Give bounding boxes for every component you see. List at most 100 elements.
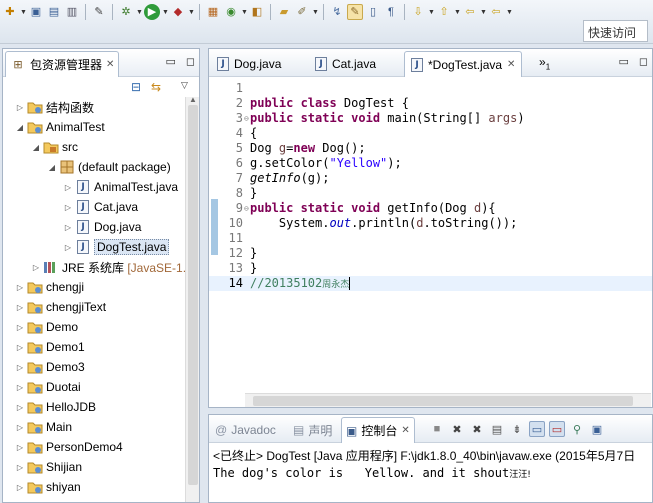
- tab-declaration[interactable]: ▤ 声明: [289, 417, 336, 443]
- new-java-project-icon[interactable]: ▦: [205, 4, 221, 20]
- clear-console-icon[interactable]: ▤: [489, 421, 505, 437]
- expand-icon[interactable]: ▷: [63, 243, 73, 252]
- expand-icon[interactable]: ▷: [15, 343, 25, 352]
- tab-cat-java[interactable]: J Cat.java: [309, 51, 382, 77]
- collapse-icon[interactable]: ◢: [47, 163, 57, 172]
- remove-launch-icon[interactable]: ✖: [449, 421, 465, 437]
- expand-icon[interactable]: ▷: [15, 403, 25, 412]
- tree-item[interactable]: ▷ Main: [3, 417, 187, 437]
- expand-icon[interactable]: ▷: [15, 283, 25, 292]
- remove-all-icon[interactable]: ✖: [469, 421, 485, 437]
- tree-item[interactable]: ▷ JRE 系统库 [JavaSE-1.8]: [3, 257, 187, 277]
- toggle-mark-icon[interactable]: ↯: [329, 4, 345, 20]
- show-stdout-icon[interactable]: ▭: [529, 421, 545, 437]
- prev-annotation-dropdown-icon[interactable]: ▼: [454, 9, 461, 16]
- minimize-icon[interactable]: ▭: [165, 55, 175, 68]
- tab-package-explorer[interactable]: ⊞ 包资源管理器 ✕: [5, 51, 120, 77]
- expand-icon[interactable]: ▷: [63, 223, 73, 232]
- close-icon[interactable]: ✕: [106, 59, 114, 70]
- last-edit-icon[interactable]: ⇦: [462, 4, 478, 20]
- maximize-icon[interactable]: ◻: [639, 55, 648, 68]
- forward-dropdown-icon[interactable]: ▼: [506, 9, 513, 16]
- tree-item[interactable]: ▷ Demo3: [3, 357, 187, 377]
- expand-icon[interactable]: ▷: [15, 363, 25, 372]
- search-icon[interactable]: ✐: [294, 4, 310, 20]
- search-dropdown-icon[interactable]: ▼: [312, 9, 319, 16]
- link-with-editor-icon[interactable]: ⇆: [151, 80, 161, 94]
- quick-access-field[interactable]: 快速访问: [583, 20, 648, 42]
- expand-icon[interactable]: ▷: [63, 203, 73, 212]
- external-tools-dropdown-icon[interactable]: ▼: [188, 9, 195, 16]
- new-dropdown-icon[interactable]: ▼: [20, 9, 27, 16]
- close-icon[interactable]: ✕: [507, 59, 515, 70]
- view-menu-icon[interactable]: ▽: [181, 80, 188, 91]
- next-annotation-dropdown-icon[interactable]: ▼: [428, 9, 435, 16]
- run-icon[interactable]: ▶: [144, 4, 160, 20]
- scroll-lock-icon[interactable]: ⇟: [509, 421, 525, 437]
- back-dropdown-icon[interactable]: ▼: [480, 9, 487, 16]
- minimize-icon[interactable]: ▭: [618, 55, 628, 68]
- expand-icon[interactable]: ▷: [15, 423, 25, 432]
- close-icon[interactable]: ✕: [401, 425, 409, 436]
- scrollbar-thumb[interactable]: [188, 105, 198, 485]
- tree-item[interactable]: ▷ PersonDemo4: [3, 437, 187, 457]
- next-annotation-icon[interactable]: ⇩: [410, 4, 426, 20]
- tree-item[interactable]: ◢ src: [3, 137, 187, 157]
- tree-item[interactable]: ▷ J Dog.java: [3, 217, 187, 237]
- scroll-up-icon[interactable]: ▲: [189, 95, 197, 104]
- tree-item[interactable]: ◢ AnimalTest: [3, 117, 187, 137]
- expand-icon[interactable]: ▷: [63, 183, 73, 192]
- new-class-icon[interactable]: ◧: [249, 4, 265, 20]
- expand-icon[interactable]: ▷: [15, 303, 25, 312]
- expand-icon[interactable]: ▷: [15, 443, 25, 452]
- tab-console[interactable]: ▣ 控制台 ✕: [341, 417, 415, 443]
- tree-item[interactable]: ▷ Demo1: [3, 337, 187, 357]
- save-icon[interactable]: ▣: [28, 4, 44, 20]
- tree-item[interactable]: ▷ HelloJDB: [3, 397, 187, 417]
- show-stderr-icon[interactable]: ▭: [549, 421, 565, 437]
- run-dropdown-icon[interactable]: ▼: [162, 9, 169, 16]
- expand-icon[interactable]: ▷: [15, 463, 25, 472]
- tab-overflow-button[interactable]: »1: [539, 55, 550, 71]
- show-whitespace-icon[interactable]: ▯: [365, 4, 381, 20]
- expand-icon[interactable]: ▷: [15, 323, 25, 332]
- tab-dogtest-java[interactable]: J *DogTest.java ✕: [404, 51, 523, 77]
- new-class-dropdown-icon[interactable]: ▼: [241, 9, 248, 16]
- tree-item[interactable]: ▷ chengjiText: [3, 297, 187, 317]
- tree-item[interactable]: ▷ Duotai: [3, 377, 187, 397]
- tab-dog-java[interactable]: J Dog.java: [211, 51, 287, 77]
- tree-item[interactable]: ▷ Demo: [3, 317, 187, 337]
- new-package-icon[interactable]: ◉: [223, 4, 239, 20]
- terminate-icon[interactable]: ■: [429, 421, 445, 437]
- expand-icon[interactable]: ▷: [15, 483, 25, 492]
- new-icon[interactable]: ✚: [2, 4, 18, 20]
- back-icon[interactable]: ⇦: [488, 4, 504, 20]
- tree-item[interactable]: ▷ J AnimalTest.java: [3, 177, 187, 197]
- tree-item[interactable]: ◢ (default package): [3, 157, 187, 177]
- collapse-all-icon[interactable]: ⊟: [131, 80, 141, 94]
- debug-dropdown-icon[interactable]: ▼: [136, 9, 143, 16]
- debug-icon[interactable]: ✲: [118, 4, 134, 20]
- pin-console-icon[interactable]: ⚲: [569, 421, 585, 437]
- skip-breakpoints-icon[interactable]: ✎: [91, 4, 107, 20]
- collapse-icon[interactable]: ◢: [15, 123, 25, 132]
- print-icon[interactable]: ▥: [64, 4, 80, 20]
- tree-item-selected[interactable]: ▷ J DogTest.java: [3, 237, 187, 257]
- block-selection-icon[interactable]: ¶: [383, 4, 399, 20]
- collapse-icon[interactable]: ◢: [31, 143, 41, 152]
- tab-javadoc[interactable]: @ Javadoc: [211, 417, 280, 443]
- toggle-edit-icon[interactable]: ✎: [347, 4, 363, 20]
- tree-item[interactable]: ▷ chengji: [3, 277, 187, 297]
- external-tools-icon[interactable]: ◆: [170, 4, 186, 20]
- expand-icon[interactable]: ▷: [15, 383, 25, 392]
- expand-icon[interactable]: ▷: [31, 263, 41, 272]
- open-type-icon[interactable]: ▰: [276, 4, 292, 20]
- open-console-icon[interactable]: ▣: [589, 421, 605, 437]
- tree-item[interactable]: ▷ 结构函数: [3, 97, 187, 117]
- code-editor[interactable]: 1 2 public class DogTest { 3 ⊖ public stati…: [209, 77, 652, 407]
- expand-icon[interactable]: ▷: [15, 103, 25, 112]
- explorer-vertical-scrollbar[interactable]: ▲: [185, 95, 199, 502]
- save-all-icon[interactable]: ▤: [46, 4, 62, 20]
- maximize-icon[interactable]: ◻: [186, 55, 195, 68]
- editor-horizontal-scrollbar[interactable]: [245, 393, 651, 407]
